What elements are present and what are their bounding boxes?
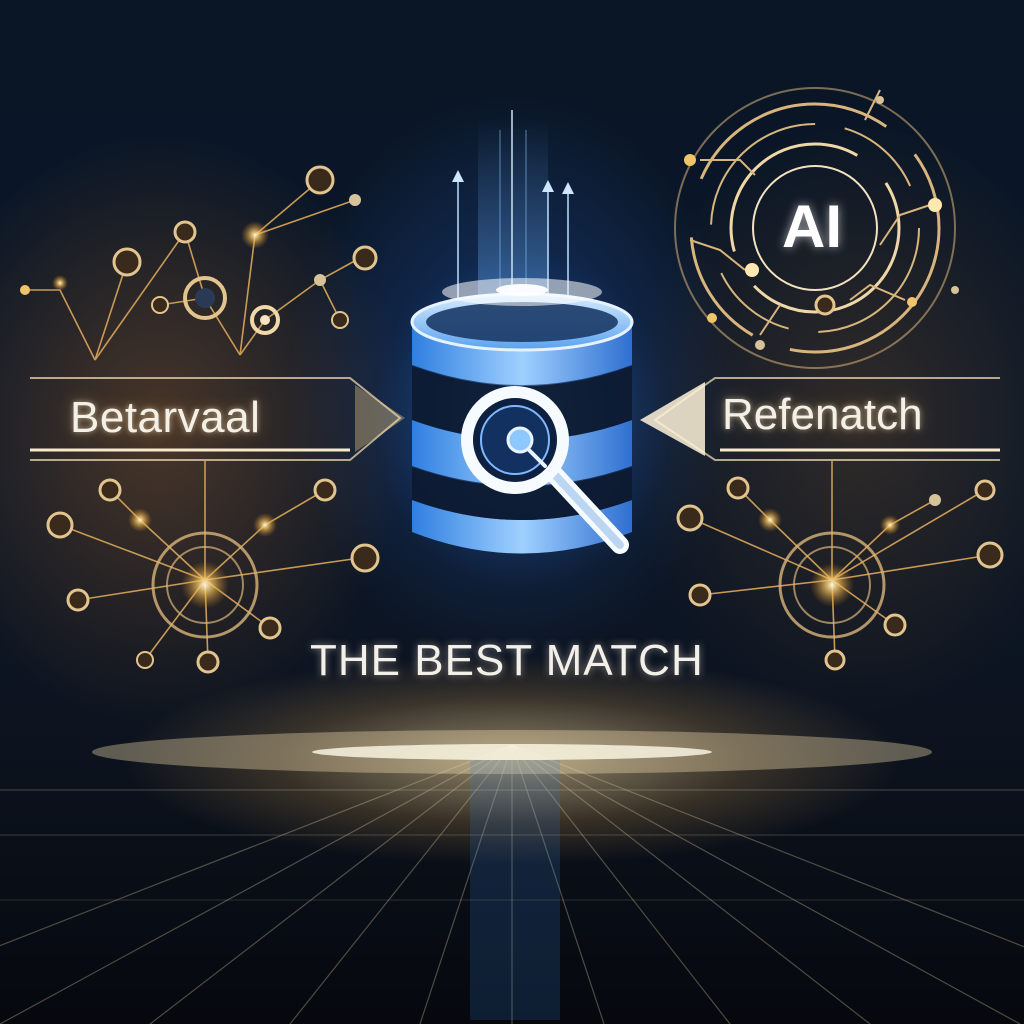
illustration-graphics [0,87,1024,1024]
horizon-core [312,744,712,760]
label-right: Refenatch [722,390,923,439]
label-left: Betarvaal [70,393,261,442]
headline: THE BEST MATCH [310,636,704,685]
right-network-bottom-nodes [676,476,1004,671]
left-network-top-nodes [20,165,378,335]
floor-reflection [470,760,560,1020]
left-network-top [25,179,361,361]
illustration-canvas: Betarvaal Refenatch AI THE BEST MATCH [0,0,1024,1024]
ai-badge-text: AI [782,193,842,260]
